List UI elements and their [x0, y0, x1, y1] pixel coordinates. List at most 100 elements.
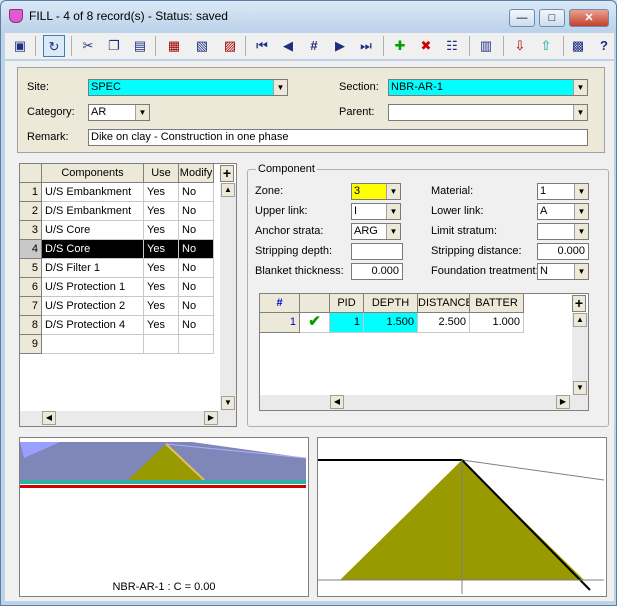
minimize-button[interactable]: — — [509, 9, 535, 27]
scroll-right-icon[interactable]: ▶ — [204, 411, 218, 425]
component-use-cell[interactable]: Yes — [144, 278, 179, 297]
chevron-down-icon[interactable]: ▼ — [573, 105, 587, 120]
stripping-distance-input[interactable]: 0.000 — [537, 243, 589, 260]
component-use-cell[interactable]: Yes — [144, 297, 179, 316]
anchor-strata-select[interactable]: ARG ▼ — [351, 223, 401, 240]
component-use-cell[interactable]: Yes — [144, 259, 179, 278]
component-name-cell[interactable]: U/S Protection 1 — [42, 278, 144, 297]
chevron-down-icon[interactable]: ▼ — [574, 264, 588, 279]
refresh-icon[interactable]: ↻ — [43, 35, 65, 57]
component-use-cell[interactable]: Yes — [144, 316, 179, 335]
column-header-check[interactable] — [300, 294, 330, 313]
component-name-cell[interactable]: U/S Protection 2 — [42, 297, 144, 316]
chevron-down-icon[interactable]: ▼ — [574, 184, 588, 199]
component-use-cell[interactable]: Yes — [144, 183, 179, 202]
components-hscroll[interactable]: ◀ ▶ — [20, 411, 236, 426]
add-icon[interactable]: ✚ — [389, 35, 411, 57]
help-icon[interactable]: ? — [593, 35, 615, 57]
column-header-number[interactable]: # — [260, 294, 300, 313]
component-name-cell[interactable]: D/S Filter 1 — [42, 259, 144, 278]
checkmark-icon[interactable]: ✔ — [300, 313, 330, 333]
chevron-down-icon[interactable]: ▼ — [386, 224, 400, 239]
component-name-cell[interactable]: D/S Protection 4 — [42, 316, 144, 335]
point-batter-cell[interactable]: 1.000 — [470, 313, 524, 333]
last-record-icon[interactable]: ⏭ — [355, 35, 377, 57]
lower-link-select[interactable]: A ▼ — [537, 203, 589, 220]
close-button[interactable]: ✕ — [569, 9, 609, 27]
component-modify-cell[interactable]: No — [179, 297, 214, 316]
components-vscroll[interactable]: ▲ ▼ — [220, 183, 236, 411]
tree-icon[interactable]: ☷ — [441, 35, 463, 57]
component-modify-cell[interactable]: No — [179, 278, 214, 297]
component-modify-cell[interactable] — [179, 335, 214, 354]
prev-record-icon[interactable]: ◀ — [277, 35, 299, 57]
add-point-icon[interactable]: + — [572, 295, 586, 312]
points-hscroll[interactable]: ◀ ▶ — [260, 395, 588, 410]
scroll-down-icon[interactable]: ▼ — [573, 381, 587, 395]
component-name-cell[interactable]: D/S Embankment — [42, 202, 144, 221]
first-record-icon[interactable]: ⏮ — [251, 35, 273, 57]
book-icon[interactable]: ▥ — [475, 35, 497, 57]
component-name-cell[interactable]: D/S Core — [42, 240, 144, 259]
column-header-distance[interactable]: DISTANCE — [418, 294, 470, 313]
site-select[interactable]: SPEC ▼ — [88, 79, 288, 96]
chevron-down-icon[interactable]: ▼ — [273, 80, 287, 95]
component-name-cell[interactable]: U/S Core — [42, 221, 144, 240]
category-select[interactable]: AR ▼ — [88, 104, 150, 121]
point-depth-cell[interactable]: 1.500 — [364, 313, 418, 333]
chevron-down-icon[interactable]: ▼ — [386, 184, 400, 199]
column-header-batter[interactable]: BATTER — [470, 294, 524, 313]
goto-record-icon[interactable]: # — [303, 35, 325, 57]
scroll-down-icon[interactable]: ▼ — [221, 396, 235, 410]
zone-select[interactable]: 3 ▼ — [351, 183, 401, 200]
add-row-icon[interactable]: + — [220, 165, 234, 182]
component-use-cell[interactable]: Yes — [144, 221, 179, 240]
foundation-treatment-select[interactable]: N ▼ — [537, 263, 589, 280]
limit-stratum-select[interactable]: ▼ — [537, 223, 589, 240]
component-modify-cell[interactable]: No — [179, 221, 214, 240]
maximize-button[interactable]: □ — [539, 9, 565, 27]
component-modify-cell[interactable]: No — [179, 240, 214, 259]
component-modify-cell[interactable]: No — [179, 316, 214, 335]
component-use-cell[interactable]: Yes — [144, 240, 179, 259]
column-header-components[interactable]: Components — [42, 164, 144, 183]
material-select[interactable]: 1 ▼ — [537, 183, 589, 200]
copy-icon[interactable]: ❐ — [103, 35, 125, 57]
column-header-depth[interactable]: DEPTH — [364, 294, 418, 313]
component-preview[interactable] — [317, 437, 607, 597]
chevron-down-icon[interactable]: ▼ — [386, 204, 400, 219]
options-icon[interactable]: ▩ — [567, 35, 589, 57]
component-name-cell[interactable]: U/S Embankment — [42, 183, 144, 202]
component-use-cell[interactable] — [144, 335, 179, 354]
point-pid-cell[interactable]: 1 — [330, 313, 364, 333]
scroll-left-icon[interactable]: ◀ — [42, 411, 56, 425]
component-modify-cell[interactable]: No — [179, 202, 214, 221]
next-record-icon[interactable]: ▶ — [329, 35, 351, 57]
chevron-down-icon[interactable]: ▼ — [573, 80, 587, 95]
cross-section-preview[interactable]: NBR-AR-1 : C = 0.00 — [19, 437, 309, 597]
chevron-down-icon[interactable]: ▼ — [135, 105, 149, 120]
new-record-icon[interactable]: ▦ — [163, 35, 185, 57]
remark-input[interactable]: Dike on clay - Construction in one phase — [88, 129, 588, 146]
column-header-use[interactable]: Use — [144, 164, 179, 183]
scroll-up-icon[interactable]: ▲ — [221, 183, 235, 197]
cut-icon[interactable]: ✂ — [77, 35, 99, 57]
title-bar[interactable]: FILL - 4 of 8 record(s) - Status: saved … — [1, 1, 616, 31]
delete-record-icon[interactable]: ▨ — [219, 35, 241, 57]
stripping-depth-input[interactable] — [351, 243, 403, 260]
upper-link-select[interactable]: I ▼ — [351, 203, 401, 220]
export-icon[interactable]: ⇧ — [535, 35, 557, 57]
points-vscroll[interactable]: ▲ ▼ — [572, 313, 588, 395]
scroll-left-icon[interactable]: ◀ — [330, 395, 344, 409]
chevron-down-icon[interactable]: ▼ — [574, 224, 588, 239]
blanket-thickness-input[interactable]: 0.000 — [351, 263, 403, 280]
section-select[interactable]: NBR-AR-1 ▼ — [388, 79, 588, 96]
component-use-cell[interactable]: Yes — [144, 202, 179, 221]
point-distance-cell[interactable]: 2.500 — [418, 313, 470, 333]
remove-icon[interactable]: ✖ — [415, 35, 437, 57]
component-name-cell[interactable] — [42, 335, 144, 354]
component-modify-cell[interactable]: No — [179, 183, 214, 202]
scroll-right-icon[interactable]: ▶ — [556, 395, 570, 409]
scroll-up-icon[interactable]: ▲ — [573, 313, 587, 327]
column-header-pid[interactable]: PID — [330, 294, 364, 313]
